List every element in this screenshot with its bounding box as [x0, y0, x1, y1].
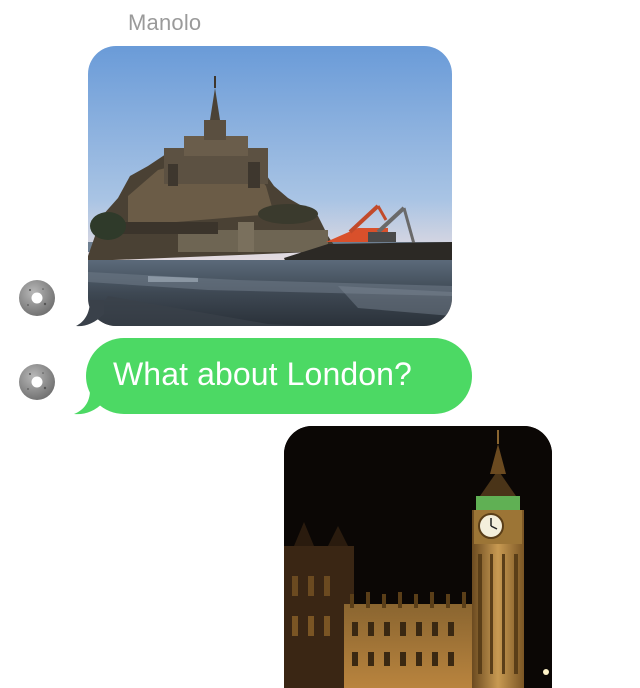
stone-ring-avatar-icon [19, 364, 55, 400]
photo-message-mont-saint-michel[interactable] [88, 46, 452, 326]
text-message-bubble[interactable]: What about London? [86, 338, 472, 414]
big-ben-photo [284, 426, 552, 688]
photo-message-big-ben[interactable] [284, 426, 552, 688]
bubble-tail [76, 300, 104, 327]
sender-name: Manolo [128, 10, 202, 35]
message-text: What about London? [113, 356, 412, 392]
bubble-tail [74, 390, 104, 415]
stone-ring-avatar-icon [19, 280, 55, 316]
mont-saint-michel-photo [88, 46, 452, 326]
avatar[interactable] [18, 363, 56, 401]
avatar[interactable] [18, 279, 56, 317]
